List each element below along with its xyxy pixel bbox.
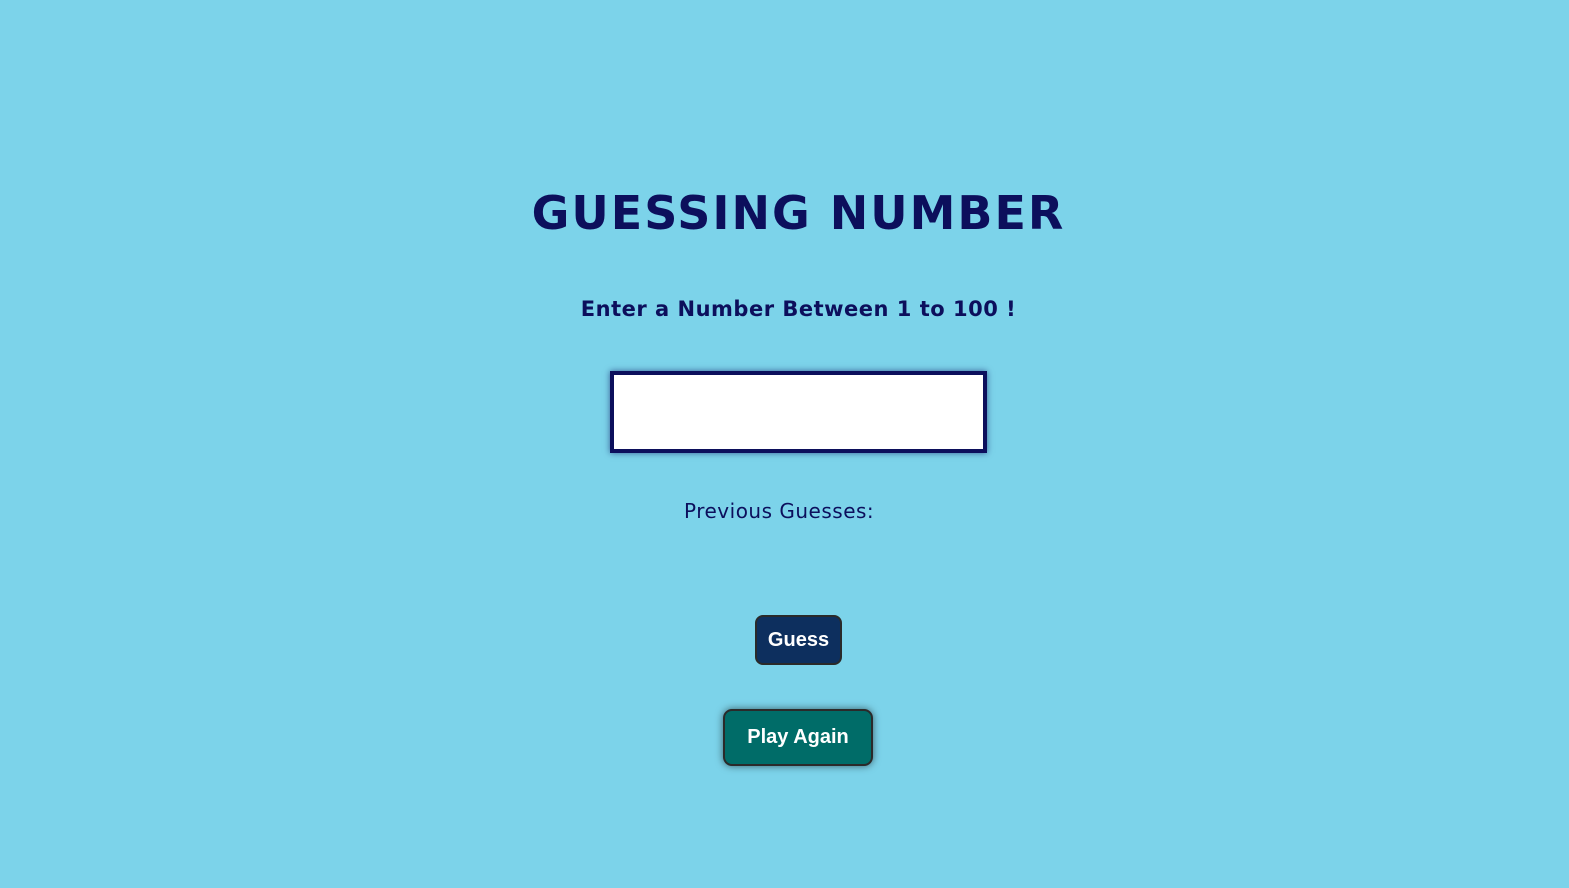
page-title: GUESSING NUMBER (531, 186, 1066, 240)
guess-input[interactable] (610, 371, 987, 453)
instruction-text: Enter a Number Between 1 to 100 ! (580, 297, 1017, 321)
guess-button[interactable]: Guess (755, 615, 842, 665)
previous-guesses: Previous Guesses: (684, 499, 880, 523)
play-again-button[interactable]: Play Again (723, 709, 873, 766)
previous-guesses-label: Previous Guesses: (684, 499, 875, 523)
